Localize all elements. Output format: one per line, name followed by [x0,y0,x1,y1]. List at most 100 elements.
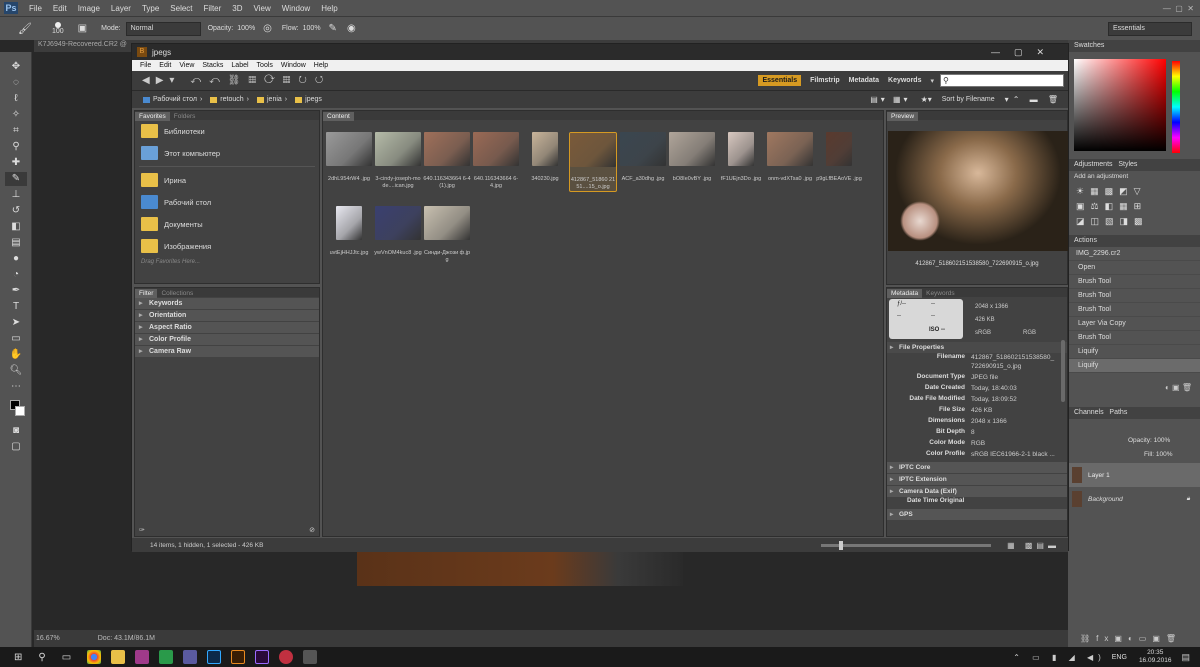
marquee-tool-icon[interactable]: ◌ [5,76,27,90]
notifications-icon[interactable]: ▤ [1181,652,1190,663]
thumbnail[interactable]: uvtEjHHJJtc.jpg [325,206,373,257]
history-actions-icon[interactable]: ◐ ▣ 🗑︎ [1068,373,1200,407]
thumbnail-size-slider[interactable] [821,540,992,550]
history-item-selected[interactable]: Liquify [1068,359,1200,373]
layer-row-selected[interactable]: Layer 1 [1068,463,1200,487]
premiere-taskbar-icon[interactable] [255,650,270,664]
bridge-menu-label[interactable]: Label [231,62,248,69]
history-item[interactable]: Liquify [1068,345,1200,359]
ps-menu-3d[interactable]: 3D [232,4,242,13]
ps-menu-help[interactable]: Help [321,4,337,13]
rating-filter-icon[interactable]: ★▾ [921,95,932,104]
brush-tool-icon[interactable]: 🖌 [18,22,32,35]
zoom-level[interactable]: 16.67% [36,635,60,642]
language-indicator[interactable]: ENG [1112,654,1127,661]
bridge-menu-tools[interactable]: Tools [257,62,273,69]
file-explorer-icon[interactable] [111,650,126,664]
folder-actions-icon[interactable]: ▾⌃ ▬ 🗑︎ [1005,95,1062,104]
dodge-tool-icon[interactable]: ◔ [5,268,27,282]
history-item[interactable]: Open [1068,261,1200,275]
opacity-value[interactable]: 100% [237,25,255,32]
keywords-tab[interactable]: Keywords [922,289,959,298]
brush-panel-icon[interactable]: ▣ [78,23,87,34]
quick-mask-icon[interactable]: ◙ [5,424,27,438]
layer-name[interactable]: Background [1088,496,1123,503]
brush-preset-picker[interactable]: 100 [52,22,64,35]
window-controls-icon[interactable]: — ▢ ✕ [1163,4,1194,13]
screen-mode-icon[interactable]: ▢ [5,440,27,454]
view-mode-icons[interactable]: ▦ ▩▤▬ [1007,541,1060,550]
app3-icon[interactable] [303,650,318,664]
layer-name[interactable]: Layer 1 [1088,472,1110,479]
ps-menu-file[interactable]: File [29,4,42,13]
metadata-tab[interactable]: Metadata [887,289,923,298]
filter-camera-raw[interactable]: Camera Raw [135,346,319,357]
history-snapshot[interactable]: IMG_2296.cr2 [1068,247,1200,261]
workspace-keywords[interactable]: Keywords [888,77,921,84]
ps-menu-select[interactable]: Select [170,4,192,13]
layer-row[interactable]: Background 🔒︎ [1068,487,1200,511]
breadcrumb-item[interactable]: jenia [267,96,282,103]
favorite-item[interactable]: Изображения [135,235,319,257]
nav-back-forward-icon[interactable]: ◀▶▾ [142,75,180,86]
breadcrumb-item[interactable]: Рабочий стол [153,96,197,103]
actions-tab[interactable]: Actions [1068,235,1200,247]
history-item[interactable]: Layer Via Copy [1068,317,1200,331]
thumbnail[interactable]: ywVnOM4kuc8 .jpg [374,206,422,257]
lasso-tool-icon[interactable]: ℓ [5,92,27,106]
thumbnail[interactable]: 640.116343664 6-4 (1).jpg [423,132,471,190]
davinci-icon[interactable] [279,650,294,664]
layer-actions-icon[interactable]: ⛓fx▣◐▭▣🗑︎ [1080,634,1182,643]
view-options-icon[interactable]: ▤▾ ▦▾ [870,95,910,104]
thumbnail[interactable]: Синди-Джози ф.jpg [423,206,471,264]
workspace-filmstrip[interactable]: Filmstrip [810,77,840,84]
workspace-metadata[interactable]: Metadata [849,77,879,84]
layer-fill-row[interactable]: Fill: 100% [1068,449,1200,463]
search-field[interactable]: ⚲ [940,74,1064,87]
thumbnail[interactable]: fF1UEjn3Do .jpg [717,132,765,183]
pressure-opacity-icon[interactable]: ◎ [263,23,272,34]
thumbnail[interactable]: 2dhL954rW4 .jpg [325,132,373,183]
preview-image[interactable] [888,131,1068,251]
adjustments-tab[interactable]: Adjustments [1074,161,1113,168]
eyedropper-tool-icon[interactable]: ⚲ [5,140,27,154]
search-input[interactable] [948,75,1049,86]
layer-fill-value[interactable]: 100% [1156,451,1173,458]
thumbnail[interactable]: 340230.jpg [521,132,569,183]
swatches-tab[interactable]: Swatches [1068,40,1200,52]
hand-tool-icon[interactable]: ✋ [5,348,27,362]
gps-header[interactable]: GPS [887,509,1067,520]
crop-tool-icon[interactable]: ⌗ [5,124,27,138]
airbrush-icon[interactable]: ✎ [329,23,337,34]
breadcrumb-item[interactable]: jpegs [305,96,322,103]
styles-tab[interactable]: Styles [1118,161,1137,168]
mode-select[interactable]: Normal [125,21,201,36]
content-tab[interactable]: Content [323,112,354,121]
collections-tab[interactable]: Collections [157,289,197,298]
ps-menu-image[interactable]: Image [78,4,100,13]
thumbnail[interactable]: p9gLfBEAoVE .jpg [815,132,863,183]
brush-tool-selected-icon[interactable]: ✎ [5,172,27,186]
bridge-menu-help[interactable]: Help [314,62,328,69]
filter-orientation[interactable]: Orientation [135,310,319,321]
paths-tab[interactable]: Paths [1109,409,1127,416]
filter-tab[interactable]: Filter [135,289,158,298]
sort-dropdown[interactable]: Sort by Filename [942,96,995,103]
thumbnail[interactable]: 3-cindy-joseph-mode....ican.jpg [374,132,422,190]
ps-menu-edit[interactable]: Edit [53,4,67,13]
clear-filter-icon[interactable]: ⊘ [309,526,315,534]
shape-tool-icon[interactable]: ▭ [5,332,27,346]
toolbar-tools-icon[interactable]: ⤺↶⛓▦⟳▦↻↺ [190,75,331,86]
bridge-menu-window[interactable]: Window [281,62,306,69]
search-taskbar-icon[interactable]: ⚲ [38,652,45,663]
filter-aspect-ratio[interactable]: Aspect Ratio [135,322,319,333]
pin-icon[interactable]: ✑ [139,526,145,534]
filter-keywords[interactable]: Keywords [135,298,319,309]
move-tool-icon[interactable]: ✥ [5,60,27,74]
folders-tab[interactable]: Folders [170,112,200,121]
photoshop-taskbar-icon[interactable] [207,650,222,664]
thumbnail[interactable]: bO8Ie0vBY .jpg [668,132,716,183]
layer-opacity-value[interactable]: 100% [1154,437,1171,444]
favorite-item[interactable]: Ирина [135,169,319,191]
favorite-item[interactable]: Документы [135,213,319,235]
